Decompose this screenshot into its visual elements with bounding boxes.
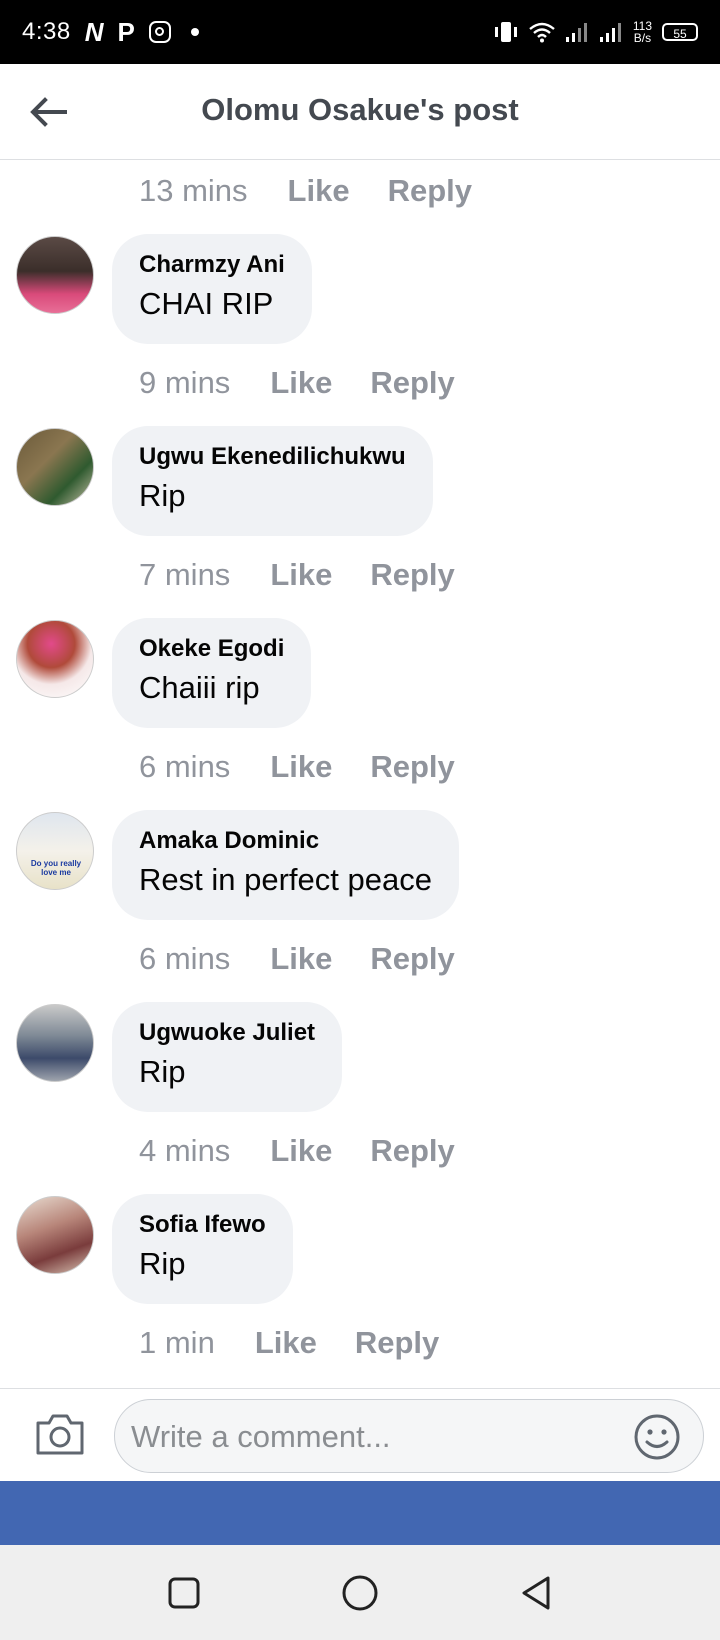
avatar[interactable] bbox=[16, 620, 94, 698]
dot-icon bbox=[190, 28, 199, 36]
comment-text: Rip bbox=[139, 478, 186, 513]
comment-text: Chaiii rip bbox=[139, 670, 260, 705]
reply-button[interactable]: Reply bbox=[370, 941, 454, 977]
reply-button[interactable]: Reply bbox=[355, 1325, 439, 1361]
avatar[interactable] bbox=[16, 236, 94, 314]
like-button[interactable]: Like bbox=[288, 173, 350, 209]
comment-meta-row: 7 mins Like Reply bbox=[139, 555, 455, 595]
comment-author[interactable]: Amaka Dominic bbox=[139, 826, 432, 856]
comment-bubble: Ugwuoke Juliet Rip bbox=[112, 1002, 343, 1112]
page-title: Olomu Osakue's post bbox=[201, 92, 519, 127]
comment-bubble: Okeke Egodi Chaiii rip bbox=[112, 618, 312, 728]
camera-icon bbox=[36, 1414, 84, 1455]
comment-author[interactable]: Okeke Egodi bbox=[139, 634, 284, 664]
comment-author[interactable]: Charmzy Ani bbox=[139, 250, 285, 280]
like-button[interactable]: Like bbox=[270, 365, 332, 401]
like-button[interactable]: Like bbox=[270, 557, 332, 593]
comment-text: Rest in perfect peace bbox=[139, 862, 432, 897]
avatar[interactable] bbox=[16, 428, 94, 506]
avatar[interactable] bbox=[16, 1004, 94, 1082]
recents-square-icon bbox=[168, 1577, 200, 1609]
instagram-icon bbox=[148, 21, 171, 43]
comment-meta-row: 4 mins Like Reply bbox=[139, 1131, 455, 1171]
reply-button[interactable]: Reply bbox=[370, 365, 454, 401]
avatar[interactable] bbox=[16, 1196, 94, 1274]
emoji-button[interactable] bbox=[633, 1413, 681, 1461]
comment-text: CHAI RIP bbox=[139, 286, 274, 321]
comment-time: 6 mins bbox=[139, 749, 231, 784]
like-button[interactable]: Like bbox=[270, 941, 332, 977]
battery-icon: 55 bbox=[662, 23, 698, 41]
like-button[interactable]: Like bbox=[270, 749, 332, 785]
comment-text: Rip bbox=[139, 1246, 186, 1281]
comment-meta-row: 13 mins Like Reply bbox=[139, 171, 472, 211]
avatar[interactable]: Do you really love me bbox=[16, 812, 94, 890]
comment-input-box[interactable] bbox=[114, 1399, 704, 1473]
comment-author[interactable]: Ugwu Ekenedilichukwu bbox=[139, 442, 406, 472]
comment-bubble: Ugwu Ekenedilichukwu Rip bbox=[112, 426, 433, 536]
comment-time: 4 mins bbox=[139, 1133, 231, 1168]
status-bar: 4:38 N P 113 B/s 55 bbox=[0, 0, 720, 64]
comment-bubble: Sofia Ifewo Rip bbox=[112, 1194, 293, 1304]
comment-meta-row: 1 min Like Reply bbox=[139, 1323, 439, 1363]
home-circle-icon bbox=[342, 1575, 378, 1611]
comment-bubble: Amaka Dominic Rest in perfect peace bbox=[112, 810, 459, 920]
comment-input[interactable] bbox=[129, 1412, 623, 1462]
comment-meta-row: 6 mins Like Reply bbox=[139, 747, 455, 787]
p-icon: P bbox=[117, 16, 135, 47]
camera-button[interactable] bbox=[34, 1411, 86, 1457]
smiley-icon bbox=[634, 1414, 680, 1460]
comment-time: 9 mins bbox=[139, 365, 231, 400]
signal-icon bbox=[565, 23, 587, 42]
comment-time: 6 mins bbox=[139, 941, 231, 976]
speed-unit: B/s bbox=[633, 31, 652, 45]
network-speed: 113 B/s bbox=[633, 20, 652, 44]
comment-author[interactable]: Ugwuoke Juliet bbox=[139, 1018, 315, 1048]
wifi-icon bbox=[529, 22, 555, 43]
back-triangle-icon bbox=[522, 1576, 550, 1610]
comment-meta-row: 6 mins Like Reply bbox=[139, 939, 455, 979]
vibrate-icon bbox=[494, 22, 517, 42]
comment-time: 7 mins bbox=[139, 557, 231, 592]
comment-text: Rip bbox=[139, 1054, 186, 1089]
signal-icon bbox=[599, 23, 621, 42]
reply-button[interactable]: Reply bbox=[370, 1133, 454, 1169]
comment-bubble: Charmzy Ani CHAI RIP bbox=[112, 234, 312, 344]
header: Olomu Osakue's post bbox=[0, 64, 720, 160]
comment-time: 1 min bbox=[139, 1325, 215, 1360]
comment-composer bbox=[0, 1388, 720, 1481]
avatar-caption: Do you really love me bbox=[30, 859, 82, 877]
like-button[interactable]: Like bbox=[255, 1325, 317, 1361]
back-nav-button[interactable] bbox=[514, 1571, 558, 1615]
reply-button[interactable]: Reply bbox=[388, 173, 472, 209]
comment-time: 13 mins bbox=[139, 173, 248, 208]
reply-button[interactable]: Reply bbox=[370, 749, 454, 785]
system-nav-bar bbox=[0, 1545, 720, 1640]
comment-author[interactable]: Sofia Ifewo bbox=[139, 1210, 266, 1240]
like-button[interactable]: Like bbox=[270, 1133, 332, 1169]
brand-bar bbox=[0, 1481, 720, 1545]
reply-button[interactable]: Reply bbox=[370, 557, 454, 593]
recents-button[interactable] bbox=[162, 1571, 206, 1615]
battery-level: 55 bbox=[673, 27, 687, 41]
home-button[interactable] bbox=[338, 1571, 382, 1615]
status-time: 4:38 bbox=[22, 18, 71, 45]
netflix-n-icon: N bbox=[84, 16, 104, 47]
comment-meta-row: 9 mins Like Reply bbox=[139, 363, 455, 403]
